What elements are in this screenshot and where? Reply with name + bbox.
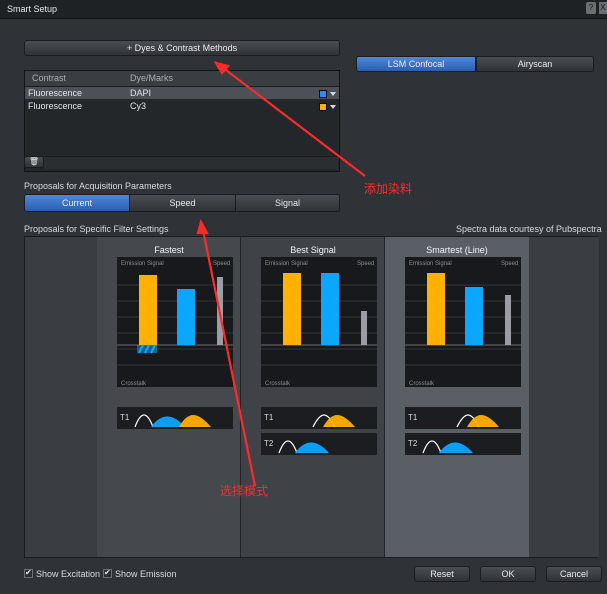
annotation-arrows [196,61,366,487]
annotation-add-dyes: 添加染料 [364,182,413,196]
annotation-select-mode: 选择模式 [220,484,269,498]
